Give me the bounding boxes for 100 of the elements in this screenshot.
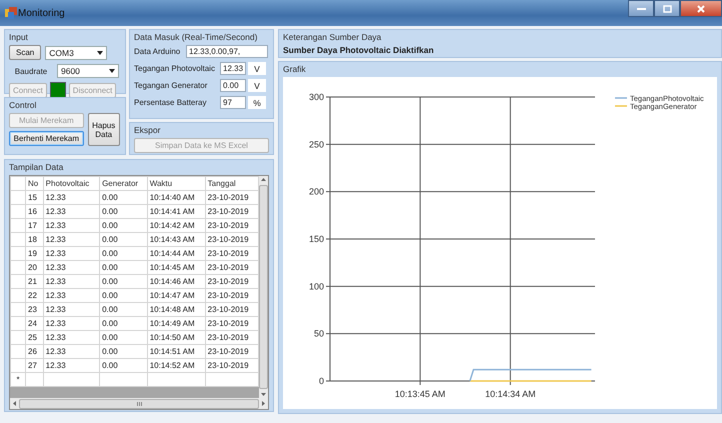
column-header[interactable]: Tanggal xyxy=(205,176,258,190)
value-field[interactable]: 12.33 xyxy=(220,62,246,75)
control-button[interactable]: Berhenti Merekam xyxy=(9,131,84,146)
table-cell: 12.33 xyxy=(43,316,100,330)
table-cell: 12.33 xyxy=(43,246,100,260)
table-cell: 10:14:49 AM xyxy=(147,316,206,330)
table-cell: 0.00 xyxy=(100,288,148,302)
table-cell: 12.33 xyxy=(43,302,100,316)
axis-tick-label: 0 xyxy=(318,376,324,386)
group-title: Input xyxy=(9,32,29,42)
group-title: Control xyxy=(9,100,38,110)
axis-tick-label: 250 xyxy=(308,139,324,150)
table-cell: 0.00 xyxy=(100,330,148,344)
table-cell: 0.00 xyxy=(100,232,148,246)
table-cell: 22 xyxy=(26,288,44,302)
column-header[interactable]: Generator xyxy=(100,176,148,190)
axis-tick-label: 150 xyxy=(308,234,324,244)
group-title: Grafik xyxy=(283,64,307,74)
close-icon xyxy=(697,4,705,12)
status-message: Sumber Daya Photovoltaic Diaktifkan xyxy=(283,45,435,55)
field-label: Persentase Batteray xyxy=(134,98,208,107)
app-icon xyxy=(4,6,18,20)
field-label: Tegangan Generator xyxy=(134,81,208,90)
axis-tick-label: 10:14:34 AM xyxy=(485,389,536,399)
scroll-left-icon[interactable] xyxy=(13,401,16,406)
table-cell: 12.33 xyxy=(43,232,100,246)
column-header[interactable]: No xyxy=(26,176,44,190)
field-label: Tegangan Photovoltaic xyxy=(134,64,216,73)
table-cell: 27 xyxy=(26,358,44,372)
table-cell: 21 xyxy=(26,274,44,288)
close-button[interactable] xyxy=(680,0,722,17)
axis-tick-label: 300 xyxy=(308,92,324,102)
table-cell: 10:14:48 AM xyxy=(147,302,206,316)
axis-tick-label: 200 xyxy=(308,186,324,197)
table-cell: 0.00 xyxy=(100,358,148,372)
table-cell: 10:14:43 AM xyxy=(147,232,206,246)
table-cell: 10:14:42 AM xyxy=(147,218,206,232)
table-cell: 0.00 xyxy=(100,204,148,218)
caret-icon xyxy=(109,69,115,73)
new-row-marker: * xyxy=(16,375,20,384)
field-label: Data Arduino xyxy=(134,47,182,56)
table-cell: 17 xyxy=(26,218,44,232)
table-cell: 0.00 xyxy=(100,218,148,232)
scroll-right-icon[interactable] xyxy=(262,401,265,406)
table-cell: 19 xyxy=(26,246,44,260)
value-field[interactable]: 97 xyxy=(220,96,246,109)
unit-label: V xyxy=(248,62,266,75)
value-field[interactable]: 12.33,0.00,97, xyxy=(186,45,268,58)
table-cell: 10:14:44 AM xyxy=(147,246,206,260)
scan-button[interactable]: Scan xyxy=(9,45,42,60)
column-header[interactable]: Photovoltaic xyxy=(43,176,100,190)
maximize-button[interactable] xyxy=(654,0,680,17)
table-cell: 23 xyxy=(26,302,44,316)
table-cell: 0.00 xyxy=(100,302,148,316)
horizontal-scrollbar[interactable] xyxy=(10,398,268,409)
axis-tick-label: 10:13:45 AM xyxy=(394,389,446,399)
table-cell: 12.33 xyxy=(43,358,100,372)
table-cell: 25 xyxy=(26,330,44,344)
value-field[interactable]: 0.00 xyxy=(220,79,246,92)
table-cell: 10:14:47 AM xyxy=(147,288,206,302)
table-cell: 0.00 xyxy=(100,274,148,288)
baudrate-label: Baudrate xyxy=(14,66,48,76)
axis-tick-label: 50 xyxy=(314,328,324,339)
window-title: Monitoring xyxy=(18,8,66,18)
minimize-icon xyxy=(636,6,646,10)
control-button[interactable]: Hapus Data xyxy=(88,113,120,146)
scroll-thumb[interactable] xyxy=(19,398,259,408)
port-dropdown[interactable]: COM3 xyxy=(45,46,108,60)
table-cell: 16 xyxy=(26,204,44,218)
scroll-down-icon[interactable] xyxy=(261,393,266,396)
table-cell: 26 xyxy=(26,344,44,358)
axis-tick-label: 100 xyxy=(308,281,324,292)
group-title: Ekspor xyxy=(134,125,162,135)
table-cell: 10:14:50 AM xyxy=(147,330,206,344)
table-cell: 18 xyxy=(26,232,44,246)
table-cell: 12.33 xyxy=(43,218,100,232)
table-cell: 12.33 xyxy=(43,204,100,218)
group-title: Keterangan Sumber Daya xyxy=(283,32,382,42)
column-header[interactable]: Waktu xyxy=(147,176,206,190)
scroll-up-icon[interactable] xyxy=(261,178,266,181)
table-cell: 0.00 xyxy=(100,190,148,204)
unit-label: V xyxy=(248,79,266,92)
table-cell: 0.00 xyxy=(100,246,148,260)
baudrate-dropdown[interactable]: 9600 xyxy=(57,64,119,78)
table-cell: 10:14:41 AM xyxy=(147,204,206,218)
table-cell: 12.33 xyxy=(43,288,100,302)
table-cell: 20 xyxy=(26,260,44,274)
caret-icon xyxy=(97,50,104,54)
table-cell: 12.33 xyxy=(43,344,100,358)
table-cell: 12.33 xyxy=(43,260,100,274)
table-cell: 0.00 xyxy=(100,344,148,358)
table-cell: 12.33 xyxy=(43,274,100,288)
table-cell: 12.33 xyxy=(43,190,100,204)
minimize-button[interactable] xyxy=(628,0,654,17)
group-title: Tampilan Data xyxy=(9,162,64,172)
group-title: Data Masuk (Real-Time/Second) xyxy=(134,32,258,42)
table-cell: 12.33 xyxy=(43,330,100,344)
grip-icon xyxy=(136,402,142,406)
table-cell: 10:14:40 AM xyxy=(147,190,206,204)
table-cell: 0.00 xyxy=(100,260,148,274)
